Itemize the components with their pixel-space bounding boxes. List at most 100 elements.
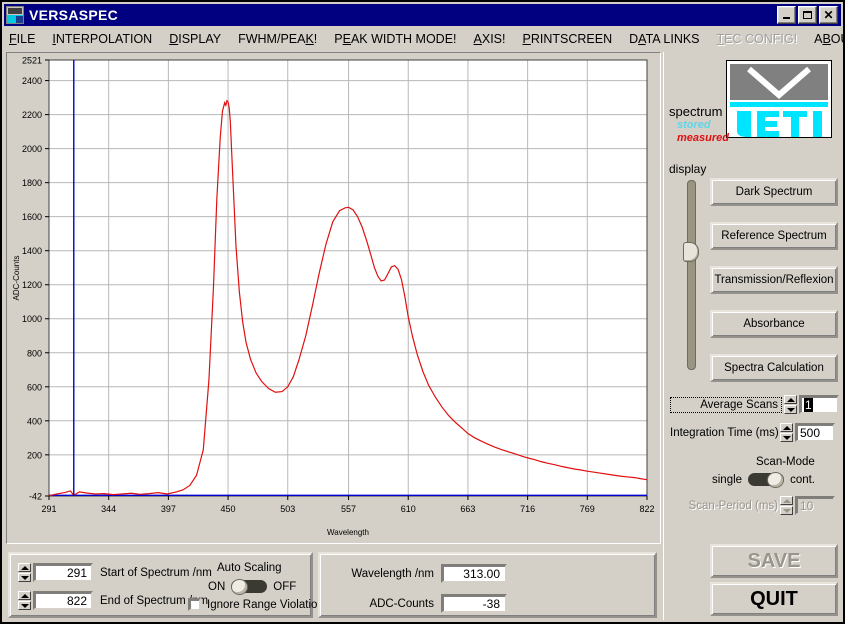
average-scans-input[interactable]: 1: [799, 395, 839, 414]
average-scans-value: 1: [804, 397, 813, 412]
x-tick-label: 397: [161, 504, 176, 514]
start-of-spectrum-stepper[interactable]: [18, 563, 31, 582]
y-tick-label: 2000: [22, 144, 42, 154]
scan-mode-single-label: single: [712, 473, 743, 486]
integration-time-up[interactable]: [780, 423, 793, 432]
integration-time-input[interactable]: 500: [795, 423, 835, 442]
spectra-calculation-button[interactable]: Spectra Calculation: [710, 354, 838, 382]
ignore-range-row[interactable]: Ignore Range Violation: [188, 598, 324, 611]
y-tick-label: 800: [27, 348, 42, 358]
absorbance-button[interactable]: Absorbance: [710, 310, 838, 338]
adc-counts-value-field: -38: [441, 594, 507, 613]
jeti-brand-logo: [726, 60, 832, 138]
menu-item-file[interactable]: FILE: [9, 32, 35, 46]
scan-period-row: Scan-Period (ms) 10: [674, 496, 835, 515]
readout-panel: Wavelength /nm 313.00 ADC-Counts -38: [318, 552, 657, 618]
y-tick-label: 600: [27, 382, 42, 392]
start-of-spectrum-down[interactable]: [18, 573, 31, 582]
average-scans-row[interactable]: Average Scans 1: [670, 395, 839, 414]
x-tick-label: 344: [101, 504, 116, 514]
save-button[interactable]: SAVE: [710, 544, 838, 578]
auto-scaling-toggle[interactable]: [231, 579, 268, 595]
auto-scaling-off-label: OFF: [273, 580, 297, 593]
x-tick-label: 716: [520, 504, 535, 514]
x-tick-label: 769: [580, 504, 595, 514]
start-of-spectrum-input[interactable]: 291: [33, 563, 93, 582]
maximize-button[interactable]: [798, 6, 817, 24]
scan-mode-title: Scan-Mode: [756, 456, 815, 468]
integration-time-stepper[interactable]: [780, 423, 793, 442]
x-axis-label: Wavelength: [327, 528, 369, 537]
scan-period-stepper: [780, 496, 793, 515]
integration-time-row[interactable]: Integration Time (ms) 500: [670, 423, 835, 442]
x-tick-label: 822: [639, 504, 654, 514]
menu-item-printscreen[interactable]: PRINTSCREEN: [523, 32, 613, 46]
scan-period-value: 10: [800, 498, 814, 513]
menu-item-data-links[interactable]: DATA LINKS: [629, 32, 699, 46]
menu-item-interpolation[interactable]: INTERPOLATION: [52, 32, 152, 46]
start-of-spectrum-label: Start of Spectrum /nm: [100, 566, 212, 579]
ignore-range-label: Ignore Range Violation: [207, 598, 324, 611]
spectrum-chart[interactable]: -42 200 400 600 800 1000 1200 1400 1600 1800 2000 2…: [7, 53, 660, 543]
scan-period-up: [780, 496, 793, 505]
end-of-spectrum-stepper[interactable]: [18, 591, 31, 610]
end-of-spectrum-row[interactable]: 822 End of Spectrum /nm: [16, 591, 208, 610]
window-title: VERSASPEC: [29, 7, 119, 23]
display-slider[interactable]: [683, 180, 699, 370]
scan-period-input: 10: [795, 496, 835, 515]
end-of-spectrum-up[interactable]: [18, 591, 31, 600]
y-tick-label: 2400: [22, 76, 42, 86]
menu-item-peak-width-mode[interactable]: PEAK WIDTH MODE!: [334, 32, 456, 46]
scan-mode-toggle-row[interactable]: single cont.: [712, 472, 815, 488]
adc-counts-value: -38: [482, 596, 500, 611]
close-icon: ✕: [823, 7, 834, 22]
close-button[interactable]: ✕: [819, 6, 838, 24]
menu-item-display[interactable]: DISPLAY: [169, 32, 221, 46]
wavelength-label: Wavelength /nm: [351, 567, 434, 580]
ignore-range-checkbox[interactable]: [188, 598, 201, 611]
window-controls: ✕: [777, 6, 838, 24]
wavelength-value-field: 313.00: [441, 564, 507, 583]
x-tick-label: 663: [460, 504, 475, 514]
integration-time-down[interactable]: [780, 433, 793, 442]
scan-period-down: [780, 506, 793, 515]
transmission-reflexion-button[interactable]: Transmission/Reflexion: [710, 266, 838, 294]
control-panel: spectrum stored measured display Dark Sp…: [663, 52, 843, 620]
minimize-button[interactable]: [777, 6, 796, 24]
y-tick-label: 1400: [22, 246, 42, 256]
y-tick-label: 400: [27, 416, 42, 426]
slider-knob[interactable]: [683, 242, 699, 262]
scan-mode-toggle[interactable]: [748, 472, 785, 488]
average-scans-down[interactable]: [784, 405, 797, 414]
auto-scaling-toggle-row[interactable]: ON OFF: [208, 579, 297, 595]
x-tick-label: 450: [221, 504, 236, 514]
y-tick-label: 1200: [22, 280, 42, 290]
x-tick-label: 557: [341, 504, 356, 514]
end-of-spectrum-down[interactable]: [18, 601, 31, 610]
dark-spectrum-button[interactable]: Dark Spectrum: [710, 178, 838, 206]
menu-item-about[interactable]: ABOUT!: [814, 32, 845, 46]
adc-counts-label: ADC-Counts: [369, 597, 434, 610]
menu-item-fwhm-peak[interactable]: FWHM/PEAK!: [238, 32, 317, 46]
start-of-spectrum-row[interactable]: 291 Start of Spectrum /nm: [16, 563, 212, 582]
average-scans-stepper[interactable]: [784, 395, 797, 414]
average-scans-up[interactable]: [784, 395, 797, 404]
reference-spectrum-button[interactable]: Reference Spectrum: [710, 222, 838, 250]
wavelength-row: Wavelength /nm 313.00: [328, 564, 507, 583]
legend-measured-label: measured: [677, 132, 729, 144]
start-of-spectrum-up[interactable]: [18, 563, 31, 572]
plot-background: [49, 60, 647, 496]
range-panel: 291 Start of Spectrum /nm 822 End of Spe…: [8, 552, 324, 618]
spectrum-plot-panel[interactable]: -42 200 400 600 800 1000 1200 1400 1600 1800 2000 2…: [6, 52, 661, 544]
integration-time-label: Integration Time (ms): [670, 426, 779, 439]
end-of-spectrum-input[interactable]: 822: [33, 591, 93, 610]
adc-counts-row: ADC-Counts -38: [328, 594, 507, 613]
scan-mode-cont-label: cont.: [790, 473, 815, 486]
title-bar: VERSASPEC ✕: [4, 4, 841, 26]
jeti-logo-icon: [6, 6, 24, 24]
menu-bar: FILE INTERPOLATION DISPLAY FWHM/PEAK! PEAK W…: [4, 28, 845, 50]
quit-button[interactable]: QUIT: [710, 582, 838, 616]
versaspec-window: VERSASPEC ✕ FILE INTERPOLATION DISPLAY FWHM…: [0, 0, 845, 624]
menu-item-axis[interactable]: AXIS!: [474, 32, 506, 46]
slider-track[interactable]: [687, 180, 696, 370]
